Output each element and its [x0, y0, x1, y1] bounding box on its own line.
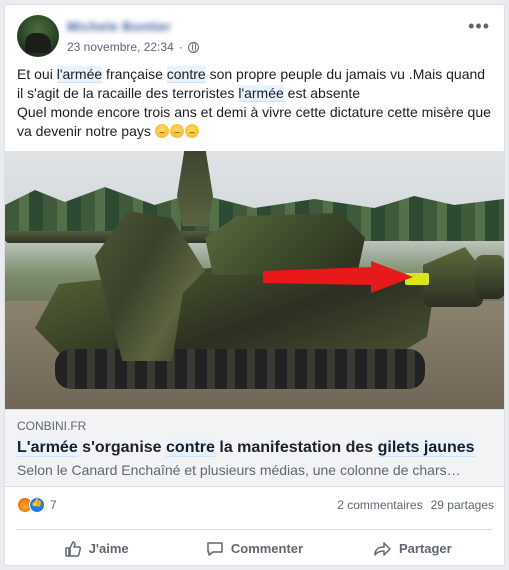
engagement-counts: 2 commentaires 29 partages [337, 498, 494, 512]
link-title-segment: la manifestation des [214, 439, 378, 456]
red-arrow-icon [263, 261, 413, 293]
post-text-segment: est absente [283, 85, 361, 101]
post-text-line-2: Quel monde encore trois ans et demi à vi… [17, 104, 491, 139]
author-avatar[interactable] [17, 15, 59, 57]
tank-tracks [55, 349, 425, 389]
author-name[interactable]: Michele Bontier [67, 19, 171, 34]
link-title[interactable]: L'armée s'organise contre la manifestati… [17, 438, 492, 458]
link-preview[interactable]: CONBINI.FR L'armée s'organise contre la … [5, 409, 504, 487]
post-text: Et oui l'armée française contre son prop… [17, 65, 492, 141]
link-domain: CONBINI.FR [17, 419, 87, 433]
second-tank [423, 247, 483, 307]
share-arrow-icon [374, 541, 391, 556]
link-description: Selon le Canard Enchaîné et plusieurs mé… [17, 462, 461, 478]
standing-soldier [177, 151, 213, 226]
comment-label: Commenter [230, 541, 304, 556]
share-label: Partager [398, 541, 452, 556]
share-button[interactable]: Partager [334, 530, 492, 567]
shares-count[interactable]: 29 partages [431, 498, 494, 512]
more-dots-icon[interactable]: ••• [468, 17, 490, 35]
post-timestamp[interactable]: 23 novembre, 22:34 [67, 40, 174, 54]
hashtag-link-armee[interactable]: l'armée [56, 66, 103, 83]
post-text-segment: française [102, 66, 167, 82]
like-reaction-icon [29, 497, 45, 513]
link-title-segment: s'organise [77, 439, 167, 456]
third-tank [475, 255, 504, 299]
reaction-count: 7 [50, 498, 57, 512]
hashtag-link-contre[interactable]: contre [166, 66, 206, 83]
speech-bubble-icon [207, 541, 223, 556]
comment-button[interactable]: Commenter [175, 530, 333, 567]
link-title-segment: L'armée [17, 439, 78, 457]
sad-emoji-icon [184, 124, 199, 138]
comments-count[interactable]: 2 commentaires [337, 498, 422, 512]
dot-separator: · [178, 40, 183, 54]
post-text-segment: Et oui [17, 66, 57, 82]
sad-emoji-icon [169, 124, 184, 138]
link-title-segment: contre [166, 439, 215, 457]
link-preview-image[interactable] [5, 151, 504, 409]
sad-emoji-icon [154, 124, 169, 138]
post-card: Michele Bontier 23 novembre, 22:34 · •••… [4, 4, 505, 566]
like-label: J'aime [88, 541, 129, 556]
hashtag-link-armee-2[interactable]: l'armée [238, 85, 284, 102]
post-meta: 23 novembre, 22:34 · [67, 40, 199, 54]
link-title-segment: gilets jaunes [377, 439, 475, 457]
reactions-summary[interactable]: 7 [17, 497, 57, 513]
post-stats: 7 2 commentaires 29 partages [17, 495, 494, 517]
post-header: Michele Bontier 23 novembre, 22:34 · ••• [17, 15, 494, 59]
globe-icon[interactable] [187, 41, 199, 53]
action-bar: J'aime Commenter Partager [17, 529, 492, 567]
thumbs-up-icon [64, 540, 81, 557]
like-button[interactable]: J'aime [17, 530, 175, 567]
